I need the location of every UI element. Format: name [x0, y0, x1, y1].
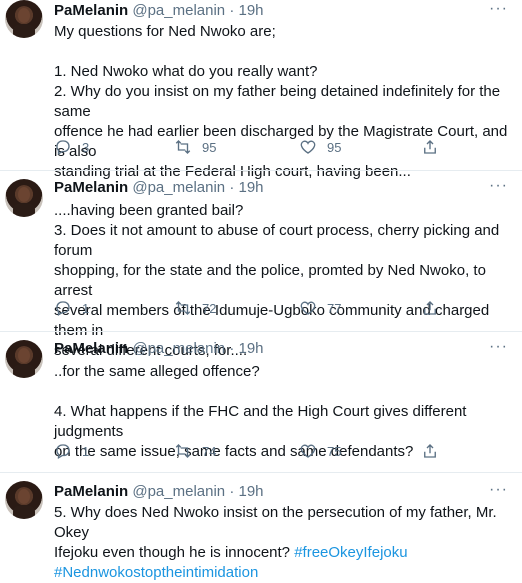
tweet-actions: 1 72 77: [54, 299, 484, 319]
heart-icon: [300, 444, 316, 458]
share-icon: [424, 140, 436, 154]
reply-button[interactable]: 1: [54, 442, 89, 460]
timestamp[interactable]: 19h: [239, 2, 264, 19]
like-count: 75: [327, 443, 342, 459]
more-icon[interactable]: ···: [489, 177, 508, 195]
tweet-header: PaMelanin @pa_melanin · 19h: [54, 179, 264, 196]
tweet[interactable]: PaMelanin @pa_melanin · 19h ··· ..for th…: [0, 332, 522, 472]
tweet-line: Ifejoku even though he is innocent? #fre…: [54, 543, 509, 563]
tweet-line: #Nednwokostoptheintimidation: [54, 563, 509, 583]
tweet-line: shopping, for the state and the police, …: [54, 262, 486, 299]
tweet-text: 5. Why does Ned Nwoko insist on the pers…: [54, 503, 509, 583]
tweet-line: ..for the same alleged offence?: [54, 363, 260, 380]
hashtag-link[interactable]: #freeOkeyIfejoku: [294, 544, 407, 561]
retweet-icon: [175, 140, 191, 154]
tweet-line: 2. Why do you insist on my father being …: [54, 83, 501, 120]
tweet-actions: 1 74 75: [54, 442, 484, 462]
handle[interactable]: @pa_melanin: [132, 179, 225, 196]
like-count: 95: [327, 139, 342, 155]
tweet-text: My questions for Ned Nwoko are; 1. Ned N…: [54, 22, 509, 182]
tweet-line: My questions for Ned Nwoko are;: [54, 23, 276, 40]
tweet-line: [54, 382, 509, 402]
tweet-line-text: Ifejoku even though he is innocent?: [54, 544, 295, 561]
tweet[interactable]: PaMelanin @pa_melanin · 19h ··· 5. Why d…: [0, 473, 522, 581]
reply-icon: [56, 444, 70, 459]
tweet-header: PaMelanin @pa_melanin · 19h: [54, 2, 264, 19]
share-button[interactable]: [421, 138, 439, 156]
handle[interactable]: @pa_melanin: [132, 2, 225, 19]
hashtag-link[interactable]: #Nednwokostoptheintimidation: [54, 564, 258, 581]
retweet-button[interactable]: 74: [174, 442, 216, 460]
display-name[interactable]: PaMelanin: [54, 2, 128, 19]
heart-icon: [300, 140, 316, 154]
tweet-line: 3. Does it not amount to abuse of court …: [54, 222, 500, 259]
tweet-header: PaMelanin @pa_melanin · 19h: [54, 483, 264, 500]
tweet-line: 1. Ned Nwoko what do you really want?: [54, 63, 318, 80]
retweet-button[interactable]: 72: [174, 299, 216, 317]
dot-separator: ·: [229, 340, 235, 357]
retweet-count: 74: [202, 443, 217, 459]
dot-separator: ·: [229, 2, 235, 19]
reply-count: 1: [82, 300, 90, 316]
display-name[interactable]: PaMelanin: [54, 179, 128, 196]
reply-button[interactable]: 3: [54, 138, 89, 156]
tweet[interactable]: PaMelanin @pa_melanin · 19h ··· My quest…: [0, 0, 522, 180]
timestamp[interactable]: 19h: [239, 179, 264, 196]
avatar[interactable]: [5, 481, 43, 519]
avatar[interactable]: [5, 340, 43, 378]
handle[interactable]: @pa_melanin: [132, 340, 225, 357]
avatar[interactable]: [5, 0, 43, 38]
dot-separator: ·: [229, 483, 235, 500]
share-icon: [424, 301, 436, 315]
reply-count: 3: [82, 139, 90, 155]
tweet[interactable]: PaMelanin @pa_melanin · 19h ··· ....havi…: [0, 171, 522, 359]
handle[interactable]: @pa_melanin: [132, 483, 225, 500]
tweet-line: 5. Why does Ned Nwoko insist on the pers…: [54, 504, 497, 541]
reply-icon: [56, 140, 70, 155]
tweet-actions: 3 95 95: [54, 138, 484, 158]
tweet-line: ....having been granted bail?: [54, 202, 244, 219]
more-icon[interactable]: ···: [489, 338, 508, 356]
avatar[interactable]: [5, 179, 43, 217]
share-button[interactable]: [421, 299, 439, 317]
like-button[interactable]: 95: [299, 138, 341, 156]
more-icon[interactable]: ···: [489, 481, 508, 499]
tweet-line: 4. What happens if the FHC and the High …: [54, 403, 467, 440]
heart-icon: [300, 301, 316, 315]
dot-separator: ·: [229, 179, 235, 196]
retweet-icon: [175, 301, 191, 315]
display-name[interactable]: PaMelanin: [54, 340, 128, 357]
share-icon: [424, 444, 436, 458]
retweet-button[interactable]: 95: [174, 138, 216, 156]
retweet-count: 72: [202, 300, 217, 316]
timestamp[interactable]: 19h: [239, 340, 264, 357]
retweet-icon: [175, 444, 191, 458]
more-icon[interactable]: ···: [489, 0, 508, 18]
like-button[interactable]: 77: [299, 299, 341, 317]
like-count: 77: [327, 300, 342, 316]
tweet-line: [54, 42, 509, 62]
reply-icon: [56, 301, 70, 316]
share-button[interactable]: [421, 442, 439, 460]
timestamp[interactable]: 19h: [239, 483, 264, 500]
tweet-header: PaMelanin @pa_melanin · 19h: [54, 340, 264, 357]
display-name[interactable]: PaMelanin: [54, 483, 128, 500]
retweet-count: 95: [202, 139, 217, 155]
reply-button[interactable]: 1: [54, 299, 89, 317]
like-button[interactable]: 75: [299, 442, 341, 460]
reply-count: 1: [82, 443, 90, 459]
